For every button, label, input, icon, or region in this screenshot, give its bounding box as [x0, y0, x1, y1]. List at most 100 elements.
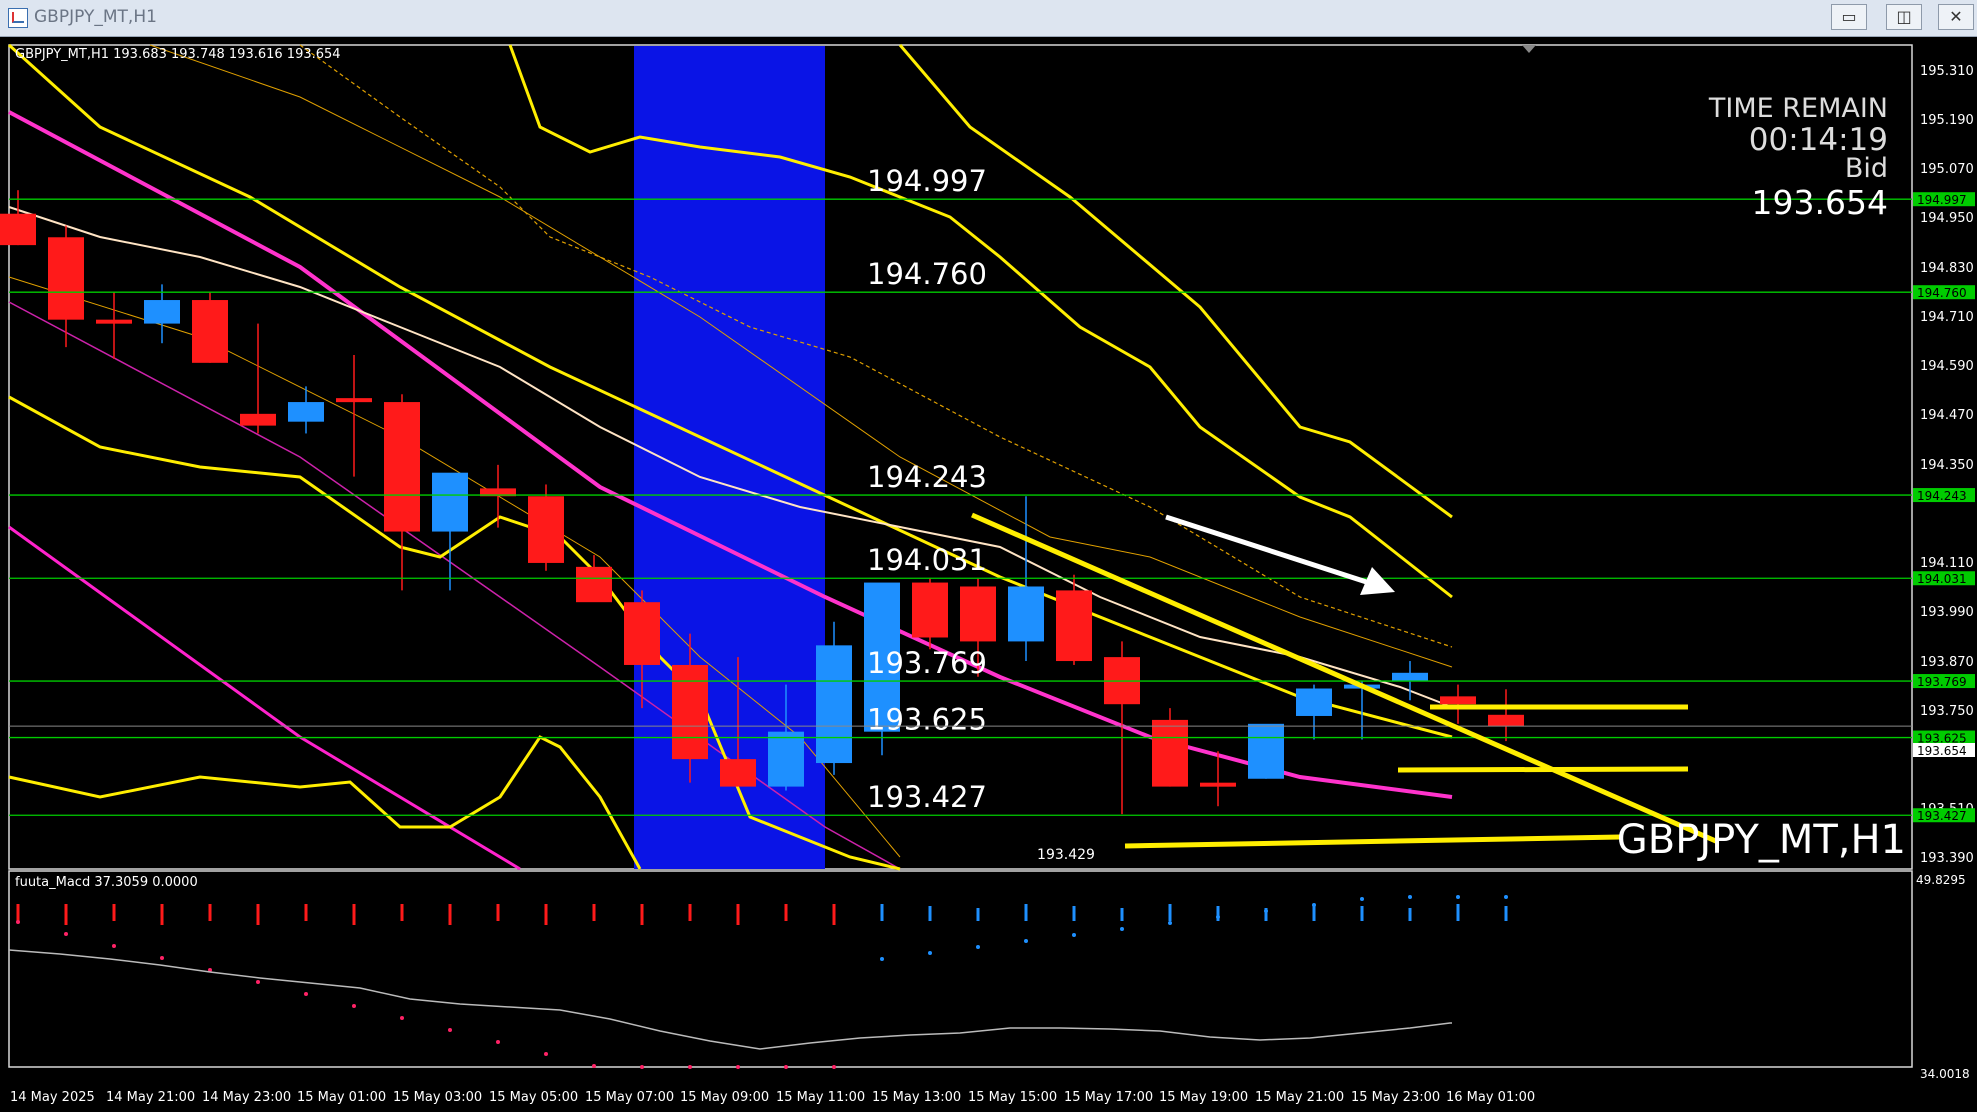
time-axis-label: 15 May 01:00 — [297, 1090, 386, 1105]
candle-bearish — [624, 602, 660, 665]
macd-label: fuuta_Macd 37.3059 0.0000 — [15, 875, 198, 890]
macd-dot — [976, 945, 980, 949]
level-tag: 194.031 — [1917, 572, 1967, 586]
level-label: 194.031 — [867, 543, 987, 577]
price-axis-label: 194.110 — [1920, 556, 1974, 571]
price-axis-label: 194.950 — [1920, 211, 1974, 226]
macd-dot — [1216, 915, 1220, 919]
macd-dot — [112, 944, 116, 948]
level-label: 194.243 — [867, 460, 987, 494]
macd-dot — [784, 1065, 788, 1069]
macd-dot — [1312, 903, 1316, 907]
price-axis-label: 194.830 — [1920, 261, 1974, 276]
macd-dot — [1072, 933, 1076, 937]
candle-bullish — [288, 402, 324, 422]
macd-dot — [16, 920, 20, 924]
macd-dot — [1024, 939, 1028, 943]
chart-info-line: GBPJPY_MT,H1 193.683 193.748 193.616 193… — [15, 47, 341, 62]
candle-bearish — [0, 213, 36, 246]
chart-app-icon — [8, 8, 28, 28]
macd-dot — [1456, 895, 1460, 899]
time-axis-label: 15 May 23:00 — [1351, 1090, 1440, 1105]
price-tags: 194.997 194.760 194.243 194.031 193.769 193.6… — [1913, 192, 1975, 823]
candle-bearish — [1200, 782, 1236, 787]
macd-dot — [880, 957, 884, 961]
window-titlebar: GBPJPY_MT,H1 ▭ ◫ ✕ — [0, 0, 1977, 37]
level-label: 193.769 — [867, 646, 987, 680]
price-chart[interactable]: 194.997 194.760 194.243 194.031 193.769 193.6… — [0, 37, 1977, 1112]
candle-bearish — [336, 398, 372, 403]
time-axis-label: 15 May 09:00 — [680, 1090, 769, 1105]
level-label: 194.997 — [867, 164, 987, 198]
price-axis-label: 195.070 — [1920, 162, 1974, 177]
macd-dot — [544, 1052, 548, 1056]
candle-bearish — [48, 237, 84, 320]
candle-bullish — [1008, 586, 1044, 642]
macd-dot — [640, 1065, 644, 1069]
macd-dot — [592, 1064, 596, 1068]
macd-dot — [1504, 895, 1508, 899]
candle-bearish — [192, 300, 228, 363]
time-axis-label: 15 May 11:00 — [776, 1090, 865, 1105]
candle-bearish — [384, 402, 420, 532]
candle-bearish — [720, 759, 756, 787]
candle-bullish — [144, 300, 180, 324]
candle-bullish — [1248, 723, 1284, 779]
time-axis: 14 May 2025 14 May 21:00 14 May 23:00 15… — [10, 1090, 1535, 1105]
macd-axis-top: 49.8295 — [1916, 873, 1966, 887]
candle-bullish — [768, 731, 804, 787]
level-tag: 194.243 — [1917, 489, 1967, 503]
time-axis-label: 14 May 2025 — [10, 1090, 95, 1105]
macd-dot — [304, 992, 308, 996]
time-axis-label: 15 May 15:00 — [968, 1090, 1057, 1105]
candle-bullish — [816, 645, 852, 764]
time-axis-label: 16 May 01:00 — [1446, 1090, 1535, 1105]
time-axis-label: 15 May 13:00 — [872, 1090, 961, 1105]
candle-bearish — [1440, 696, 1476, 705]
time-axis-label: 14 May 21:00 — [106, 1090, 195, 1105]
minimize-button[interactable]: ▭ — [1831, 4, 1867, 30]
macd-dot — [448, 1028, 452, 1032]
candle-bearish — [576, 566, 612, 603]
macd-dot — [1264, 909, 1268, 913]
macd-dot — [736, 1065, 740, 1069]
price-axis-label: 195.310 — [1920, 64, 1974, 79]
level-tag: 193.427 — [1917, 809, 1967, 823]
candle-bearish — [960, 586, 996, 642]
close-button[interactable]: ✕ — [1938, 4, 1974, 30]
low-price-marker: 193.429 — [1037, 847, 1095, 863]
price-axis-label: 193.750 — [1920, 704, 1974, 719]
time-remain-label: TIME REMAIN — [1708, 93, 1888, 124]
level-label: 193.427 — [867, 780, 987, 814]
candle-bearish — [1488, 714, 1524, 727]
price-axis-label: 194.590 — [1920, 359, 1974, 374]
trendline-support[interactable] — [1397, 766, 1689, 773]
candle-bearish — [1152, 719, 1188, 787]
time-axis-label: 15 May 05:00 — [489, 1090, 578, 1105]
macd-dot — [496, 1040, 500, 1044]
time-axis-label: 15 May 17:00 — [1064, 1090, 1153, 1105]
macd-dot — [688, 1065, 692, 1069]
bid-value: 193.654 — [1752, 183, 1888, 222]
macd-axis-bottom: 34.0018 — [1920, 1067, 1970, 1081]
restore-button[interactable]: ◫ — [1886, 4, 1922, 30]
macd-dot — [832, 1065, 836, 1069]
current-price-tag: 193.654 — [1917, 744, 1967, 758]
macd-panel-frame — [8, 870, 1913, 1068]
candle-bearish — [240, 413, 276, 426]
time-axis-label: 15 May 03:00 — [393, 1090, 482, 1105]
level-label: 194.760 — [867, 257, 987, 291]
macd-dot — [1120, 927, 1124, 931]
macd-dot — [64, 932, 68, 936]
macd-dot — [352, 1004, 356, 1008]
candle-bearish — [96, 319, 132, 324]
candle-bullish — [432, 472, 468, 532]
macd-dot — [1168, 921, 1172, 925]
candle-bullish — [1392, 672, 1428, 681]
time-axis-label: 15 May 07:00 — [585, 1090, 674, 1105]
macd-dot — [928, 951, 932, 955]
price-axis-label: 195.190 — [1920, 113, 1974, 128]
macd-dot — [160, 956, 164, 960]
time-axis-label: 14 May 23:00 — [202, 1090, 291, 1105]
candle-bullish — [1296, 688, 1332, 716]
